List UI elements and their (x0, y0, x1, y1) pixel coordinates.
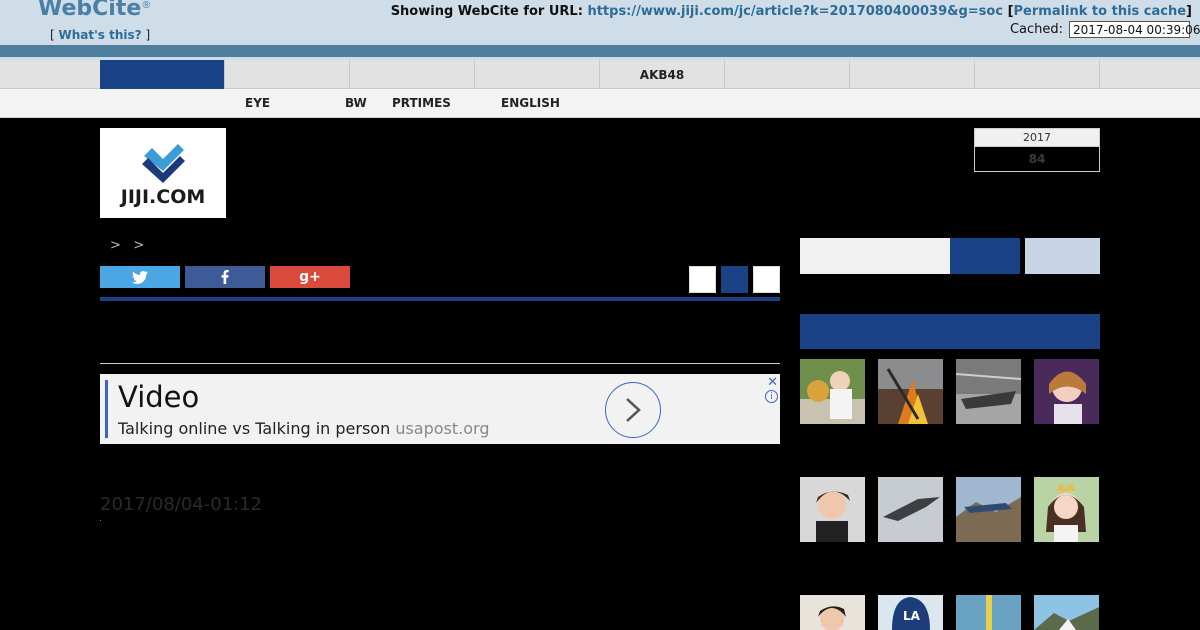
article-header-bar (100, 297, 780, 301)
google-plus-share-button[interactable]: g+ (270, 266, 350, 288)
whats-this: [ What's this? ] (50, 28, 151, 42)
photo-thumb[interactable]: LA (878, 595, 943, 630)
separator-dot (100, 520, 101, 521)
nav-item-1[interactable] (100, 60, 225, 89)
calendar-number: 84 (1028, 152, 1046, 166)
tab-2[interactable] (950, 238, 1020, 274)
photo-thumb[interactable] (956, 477, 1021, 542)
nav-item-7[interactable] (850, 60, 975, 89)
sub-nav: EYE BW PRTIMES ENGLISH (0, 89, 1200, 118)
svg-text:LA: LA (903, 609, 921, 623)
breadcrumb: > > (110, 238, 145, 253)
divider (100, 363, 780, 364)
nav-item-6[interactable] (725, 60, 850, 89)
nav-item-3[interactable] (350, 60, 475, 89)
ad-domain: usapost.org (395, 419, 490, 438)
info-icon[interactable]: i (765, 390, 778, 403)
photo-thumb[interactable] (956, 359, 1021, 424)
calendar-widget[interactable]: 2017 84 (974, 128, 1100, 172)
photo-thumb[interactable] (800, 595, 865, 630)
nav-item-8[interactable] (975, 60, 1100, 89)
ad-subtitle: Talking online vs Talking in person usap… (118, 419, 490, 438)
sub-nav-prtimes[interactable]: PRTIMES (392, 96, 451, 110)
showing-url: Showing WebCite for URL: https://www.jij… (390, 4, 1192, 19)
permalink-link[interactable]: Permalink to this cache (1014, 4, 1187, 19)
webcite-logo[interactable]: WebCite® (38, 0, 151, 21)
article-timestamp: 2017/08/04-01:12 (100, 494, 263, 515)
whats-this-link[interactable]: What's this? (59, 28, 142, 42)
photo-thumb[interactable] (800, 359, 865, 424)
photo-thumb[interactable] (878, 477, 943, 542)
sub-nav-english[interactable]: ENGLISH (501, 96, 560, 110)
ad-title: Video (118, 380, 200, 414)
tab-1[interactable] (800, 238, 950, 274)
sub-nav-bw[interactable]: BW (345, 96, 367, 110)
nav-item-4[interactable] (475, 60, 600, 89)
photo-thumb[interactable] (1034, 595, 1099, 630)
photo-thumb[interactable] (956, 595, 1021, 630)
photo-thumb[interactable] (878, 359, 943, 424)
ad-banner[interactable]: Video Talking online vs Talking in perso… (100, 374, 780, 444)
tab-3[interactable] (1025, 238, 1100, 274)
calendar-year: 2017 (975, 129, 1099, 147)
jiji-logo-text: JIJI.COM (120, 186, 206, 208)
font-size-medium-button[interactable] (721, 266, 748, 293)
jiji-mark-icon (142, 144, 185, 183)
ad-accent (105, 380, 108, 438)
photo-thumb[interactable] (800, 477, 865, 542)
cached-label: Cached: (1009, 22, 1063, 37)
photo-section-header (800, 314, 1100, 349)
main-nav: AKB48 (0, 60, 1200, 89)
nav-item-akb48[interactable]: AKB48 (600, 60, 725, 89)
nav-item-2[interactable] (225, 60, 350, 89)
jiji-logo[interactable]: JIJI.COM (100, 128, 226, 218)
font-size-large-button[interactable] (753, 266, 780, 293)
twitter-share-button[interactable] (100, 266, 180, 288)
webcite-bar (0, 45, 1200, 57)
ad-go-button[interactable] (605, 382, 661, 438)
photo-thumb[interactable] (1034, 477, 1099, 542)
twitter-icon (132, 270, 148, 284)
close-icon[interactable]: ✕ (767, 375, 778, 390)
chevron-right-icon (626, 398, 641, 422)
facebook-share-button[interactable] (185, 266, 265, 288)
archived-url-link[interactable]: https://www.jiji.com/jc/article?k=201708… (587, 4, 1003, 19)
photo-thumb[interactable] (1034, 359, 1099, 424)
webcite-header: WebCite® [ What's this? ] Showing WebCit… (0, 0, 1200, 45)
ranking-tabs (800, 238, 1100, 274)
cached-row: Cached: 2017-08-04 00:39:06 ▼ (1009, 21, 1200, 38)
facebook-icon (221, 270, 229, 284)
font-size-small-button[interactable] (689, 266, 716, 293)
google-plus-icon: g+ (299, 269, 321, 285)
sub-nav-eye[interactable]: EYE (245, 96, 270, 110)
cached-select[interactable]: 2017-08-04 00:39:06 ▼ (1069, 21, 1200, 38)
